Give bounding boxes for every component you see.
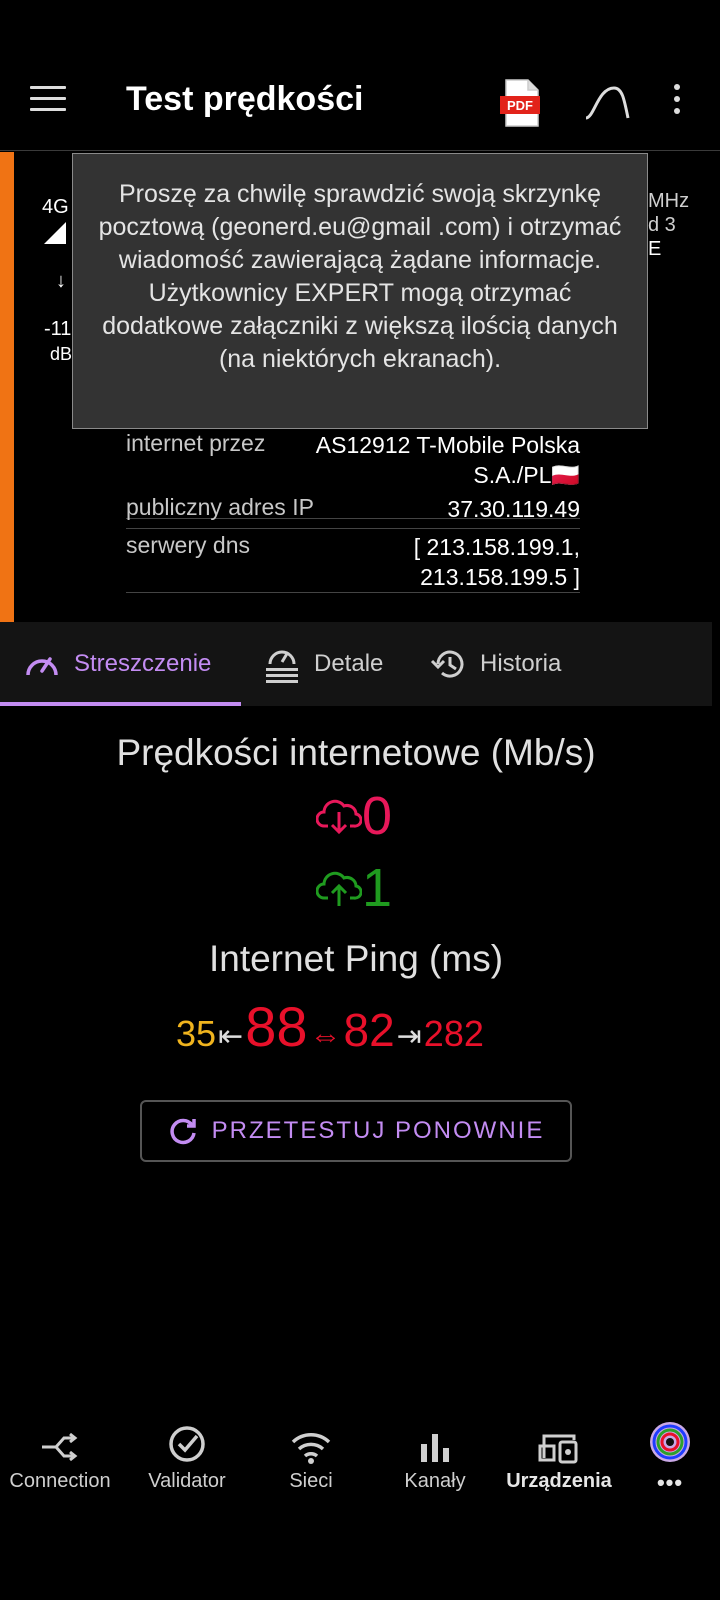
info-row-public-ip: publiczny adres IP 37.30.119.49: [126, 494, 580, 529]
nav-channels[interactable]: Kanały: [375, 1420, 495, 1493]
info-value: AS12912 T-Mobile Polska S.A./PL🇵🇱: [316, 430, 580, 490]
retest-button[interactable]: PRZETESTUJ PONOWNIE: [140, 1100, 572, 1162]
active-tab-indicator: [0, 702, 241, 706]
overflow-menu-icon[interactable]: [672, 84, 682, 120]
devices-icon: [499, 1420, 619, 1464]
arrow-left-bar-icon: ⇤: [218, 1020, 244, 1053]
page-title: Test prędkości: [126, 80, 364, 118]
download-value: 0: [362, 786, 393, 846]
ping-min: 35: [176, 1013, 217, 1054]
menu-icon[interactable]: [30, 86, 66, 116]
refresh-icon: [170, 1118, 196, 1145]
history-icon: [430, 650, 464, 678]
tab-history[interactable]: Historia: [430, 622, 561, 706]
download-speed: 0: [316, 786, 392, 846]
band-label: d 3: [648, 214, 676, 236]
operator-color-bar: [0, 152, 14, 622]
signal-strength-icon: [44, 222, 68, 249]
dns-primary: [ 213.158.199.1,: [413, 534, 580, 560]
nav-networks[interactable]: Sieci: [251, 1420, 371, 1493]
check-circle-icon: [127, 1420, 247, 1464]
nav-validator[interactable]: Validator: [127, 1420, 247, 1493]
app-logo-icon: [610, 1420, 720, 1464]
tab-bar: Streszczenie Detale Historia: [0, 622, 712, 706]
tab-summary[interactable]: Streszczenie: [24, 622, 211, 706]
signal-value: -11: [44, 318, 72, 340]
info-label: internet przez: [126, 430, 266, 456]
ping-jitter: 82: [343, 1004, 395, 1056]
nav-more[interactable]: •••: [610, 1420, 720, 1496]
arrow-right-bar-icon: ⇥: [396, 1020, 422, 1053]
app-bar: Test prędkości PDF: [0, 0, 720, 151]
nav-devices[interactable]: Urządzenia: [499, 1420, 619, 1493]
provider-name: AS12912 T-Mobile Polska: [315, 432, 580, 458]
info-row-dns: serwery dns [ 213.158.199.1, 213.158.199…: [126, 532, 580, 593]
dns-secondary: 213.158.199.5 ]: [420, 564, 580, 590]
ping-stats: 35 ⇤ 88 ⇔ 82 ⇥ 282: [176, 994, 484, 1058]
tab-label: Historia: [480, 650, 562, 677]
connection-icon: [0, 1420, 120, 1464]
svg-text:PDF: PDF: [507, 98, 533, 113]
nav-label: Connection: [9, 1470, 111, 1492]
ping-max: 282: [423, 1013, 484, 1054]
wifi-icon: [251, 1420, 371, 1464]
email-info-tooltip[interactable]: Proszę za chwilę sprawdzić swoją skrzynk…: [72, 153, 648, 429]
signal-unit: dB: [50, 344, 73, 364]
arrow-down-icon: ↓: [56, 270, 66, 292]
tech-suffix: E: [648, 238, 662, 260]
speedometer-icon: [26, 657, 58, 676]
gauge-list-icon: [266, 650, 298, 683]
cloud-upload-icon: [316, 871, 362, 906]
arrow-both-icon: ⇔: [309, 1017, 342, 1053]
public-ip-value: 37.30.119.49: [447, 496, 580, 522]
more-dots-icon: •••: [656, 1470, 684, 1495]
network-tech-label: 4G: [42, 196, 69, 218]
ping-title: Internet Ping (ms): [208, 938, 504, 979]
speed-title: Prędkości internetowe (Mb/s): [116, 732, 596, 773]
info-label: serwery dns: [126, 532, 250, 558]
bar-chart-icon: [375, 1420, 495, 1464]
tab-details[interactable]: Detale: [264, 622, 383, 706]
info-label: publiczny adres IP: [126, 494, 314, 520]
nav-label: Kanały: [404, 1470, 466, 1492]
cloud-download-icon: [316, 799, 362, 835]
nav-label: Validator: [148, 1470, 226, 1492]
nav-connection[interactable]: Connection: [0, 1420, 120, 1493]
tab-label: Streszczenie: [74, 650, 212, 677]
upload-speed: 1: [316, 858, 392, 918]
retest-label: PRZETESTUJ PONOWNIE: [211, 1117, 545, 1144]
bottom-navigation: Connection Validator Sieci Kanały Urządz…: [0, 1420, 720, 1520]
nav-label: Sieci: [289, 1470, 333, 1492]
frequency-unit: MHz: [648, 190, 690, 212]
provider-country: S.A./PL🇵🇱: [473, 462, 580, 488]
upload-value: 1: [362, 858, 393, 918]
nav-label: Urządzenia: [506, 1470, 612, 1492]
pdf-icon[interactable]: PDF: [500, 78, 544, 128]
signal-curve-icon[interactable]: [584, 84, 630, 120]
dns-value: [ 213.158.199.1, 213.158.199.5 ]: [414, 532, 580, 592]
tab-label: Detale: [314, 650, 384, 677]
ping-avg: 88: [245, 995, 308, 1058]
